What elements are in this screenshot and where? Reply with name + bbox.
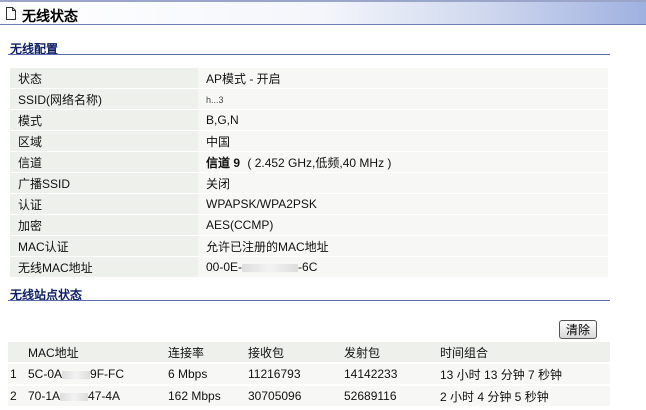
mac-prefix: 70-1A xyxy=(28,389,61,403)
config-key: MAC认证 xyxy=(10,235,198,257)
ssid-value: h...3 xyxy=(206,95,224,105)
redacted-mark xyxy=(60,392,89,401)
config-value: AP模式 - 开启 xyxy=(198,68,608,89)
page-icon xyxy=(6,7,16,20)
column-header-mac: MAC地址 xyxy=(28,345,79,360)
config-value: 允许已注册的MAC地址 xyxy=(198,235,608,257)
config-row-channel: 信道 信道 9 ( 2.452 GHz,低频,40 MHz ) xyxy=(10,151,608,173)
config-row-auth: 认证 WPAPSK/WPA2PSK xyxy=(10,193,608,215)
config-row-region: 区域 中国 xyxy=(10,130,608,152)
column-header-tx: 发射包 xyxy=(344,345,381,360)
mac-suffix: 9F-FC xyxy=(90,367,125,381)
station-rx: 30705096 xyxy=(248,389,302,403)
wireless-config-table: 状态 AP模式 - 开启 SSID(网络名称) h...3 模式 B,G,N 区… xyxy=(10,68,608,278)
config-row-mac-auth: MAC认证 允许已注册的MAC地址 xyxy=(10,235,608,257)
config-key: 区域 xyxy=(10,130,198,152)
table-row: 1 5C-0A 9F-FC 6 Mbps 11216793 14142233 13… xyxy=(8,363,610,385)
station-rate: 162 Mbps xyxy=(168,389,221,403)
config-key: 认证 xyxy=(10,193,198,215)
config-key: SSID(网络名称) xyxy=(10,88,198,110)
config-row-broadcast-ssid: 广播SSID 关闭 xyxy=(10,172,608,194)
row-index: 1 xyxy=(10,367,17,381)
section-divider xyxy=(8,300,610,301)
config-value: 中国 xyxy=(198,130,608,152)
mac-suffix: 47-4A xyxy=(88,389,121,403)
station-time: 2 小时 4 分钟 5 秒钟 xyxy=(440,389,549,404)
table-row: 2 70-1A 47-4A 162 Mbps 30705096 52689116 … xyxy=(8,385,610,407)
station-rx: 11216793 xyxy=(248,367,301,381)
station-table: MAC地址 连接率 接收包 发射包 时间组合 1 5C-0A 9F-FC 6 Mb… xyxy=(8,342,610,408)
redacted-mark xyxy=(62,370,91,379)
config-key: 模式 xyxy=(10,109,198,131)
config-row-wireless-mac: 无线MAC地址 00-0E- -6C xyxy=(10,256,608,278)
mac-prefix: 00-0E- xyxy=(206,260,243,274)
config-key: 状态 xyxy=(10,68,198,89)
channel-detail: ( 2.452 GHz,低频,40 MHz ) xyxy=(247,155,392,170)
column-header-time: 时间组合 xyxy=(440,345,489,360)
section-divider xyxy=(8,54,610,55)
config-key: 加密 xyxy=(10,214,198,236)
config-key: 广播SSID xyxy=(10,172,198,194)
config-row-ssid: SSID(网络名称) h...3 xyxy=(10,88,608,110)
config-value: AES(CCMP) xyxy=(198,214,608,236)
column-header-rx: 接收包 xyxy=(248,345,285,360)
config-key: 信道 xyxy=(10,151,198,173)
station-table-header: MAC地址 连接率 接收包 发射包 时间组合 xyxy=(8,342,610,363)
config-row-encryption: 加密 AES(CCMP) xyxy=(10,214,608,236)
station-mac: 5C-0A 9F-FC xyxy=(28,363,168,385)
station-time: 13 小时 13 分钟 7 秒钟 xyxy=(440,367,563,382)
config-value: h...3 xyxy=(198,88,608,110)
mac-prefix: 5C-0A xyxy=(28,367,63,381)
config-value: 关闭 xyxy=(198,172,608,194)
column-header-rate: 连接率 xyxy=(168,345,205,360)
page-title: 无线状态 xyxy=(22,8,78,24)
config-key: 无线MAC地址 xyxy=(10,256,198,278)
station-mac: 70-1A 47-4A xyxy=(28,385,168,407)
row-index: 2 xyxy=(10,389,17,403)
config-value: WPAPSK/WPA2PSK xyxy=(198,193,608,215)
station-rate: 6 Mbps xyxy=(168,367,208,381)
config-value: 信道 9 ( 2.452 GHz,低频,40 MHz ) xyxy=(198,151,608,173)
mac-suffix: -6C xyxy=(298,260,318,274)
config-value: B,G,N xyxy=(198,109,608,131)
config-row-mode: 模式 B,G,N xyxy=(10,109,608,131)
channel-number: 信道 9 xyxy=(206,155,241,170)
station-table-panel: MAC地址 连接率 接收包 发射包 时间组合 1 5C-0A 9F-FC 6 Mb… xyxy=(8,342,610,410)
clear-button[interactable]: 清除 xyxy=(559,320,597,339)
redacted-mark xyxy=(242,263,299,272)
title-bar: 无线状态 xyxy=(0,0,646,25)
config-row-status: 状态 AP模式 - 开启 xyxy=(10,68,608,89)
config-value: 00-0E- -6C xyxy=(198,256,608,278)
station-tx: 14142233 xyxy=(344,367,398,381)
station-tx: 52689116 xyxy=(344,389,397,403)
index-header xyxy=(8,342,28,363)
